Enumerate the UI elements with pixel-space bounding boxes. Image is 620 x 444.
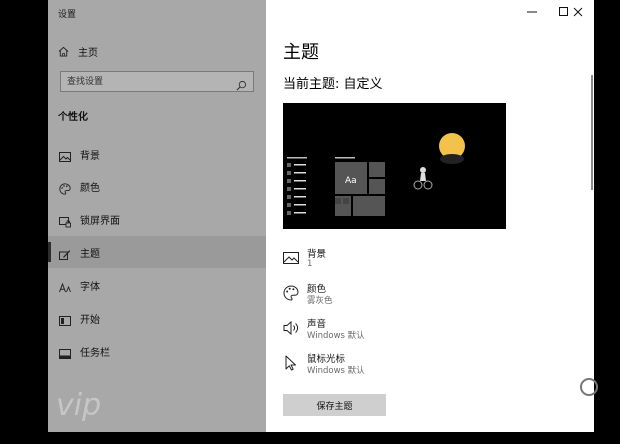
close-button[interactable] [562, 0, 594, 24]
sidebar-item-label: 开始 [80, 315, 100, 326]
speaker-icon [283, 320, 299, 336]
sidebar-item-label: 背景 [80, 151, 100, 162]
search-icon[interactable] [236, 76, 247, 95]
setting-label: 背景 [307, 249, 327, 260]
home-link[interactable]: 主页 [58, 42, 98, 60]
sidebar-item-lock-screen[interactable]: 锁屏界面 [48, 203, 266, 235]
section-title: 个性化 [58, 112, 88, 123]
sidebar-item-label: 锁屏界面 [80, 216, 120, 227]
save-theme-button[interactable]: 保存主题 [283, 394, 386, 416]
sidebar-item-background[interactable]: 背景 [48, 138, 266, 170]
font-icon [59, 279, 71, 293]
sidebar-item-label: 颜色 [80, 183, 100, 194]
sidebar-item-colors[interactable]: 颜色 [48, 170, 266, 202]
cursor-icon [283, 355, 299, 371]
start-icon [59, 312, 71, 326]
setting-value: Windows 默认 [307, 366, 365, 376]
settings-window: 设置 主页 个性化 背景 颜色 [48, 0, 594, 432]
setting-label: 颜色 [307, 284, 327, 295]
setting-value: Windows 默认 [307, 331, 365, 341]
scrollbar[interactable] [591, 75, 593, 190]
palette-icon [59, 180, 71, 195]
home-icon [58, 42, 69, 61]
lock-screen-icon [59, 213, 71, 228]
theme-preview-art: Aa [287, 133, 465, 216]
sidebar-item-label: 字体 [80, 282, 100, 293]
image-icon [283, 250, 299, 266]
setting-value: 雾灰色 [307, 296, 333, 306]
image-icon [59, 148, 71, 162]
sidebar-item-themes[interactable]: 主题 [48, 236, 266, 268]
sidebar-item-label: 主题 [80, 249, 100, 260]
window-title: 设置 [58, 10, 77, 20]
search-input[interactable] [67, 74, 227, 89]
search-box[interactable] [60, 71, 254, 92]
setting-value: 1 [307, 259, 313, 269]
setting-label: 声音 [307, 319, 327, 330]
minimize-icon [527, 7, 537, 17]
sidebar: 设置 主页 个性化 背景 颜色 [48, 0, 266, 432]
theme-preview: Aa [283, 103, 506, 229]
sidebar-item-fonts[interactable]: 字体 [48, 269, 266, 301]
preview-sample-text: Aa [345, 176, 357, 186]
taskbar-icon [59, 345, 71, 359]
theme-brush-icon [59, 246, 71, 260]
circle-icon [580, 378, 598, 396]
palette-icon [283, 285, 299, 301]
minimize-button[interactable] [516, 0, 548, 24]
close-icon [573, 7, 583, 17]
main-panel: 主题 当前主题: 自定义 Aa 背景 1 颜色 雾灰色 声音 Windows 默… [266, 0, 594, 432]
home-label: 主页 [78, 47, 98, 59]
sidebar-item-taskbar[interactable]: 任务栏 [48, 335, 266, 367]
setting-label: 鼠标光标 [307, 354, 346, 365]
sidebar-item-start[interactable]: 开始 [48, 302, 266, 334]
sidebar-item-label: 任务栏 [80, 348, 110, 359]
watermark: vip [56, 388, 102, 423]
current-theme-label: 当前主题: 自定义 [283, 77, 383, 92]
page-title: 主题 [283, 42, 319, 63]
